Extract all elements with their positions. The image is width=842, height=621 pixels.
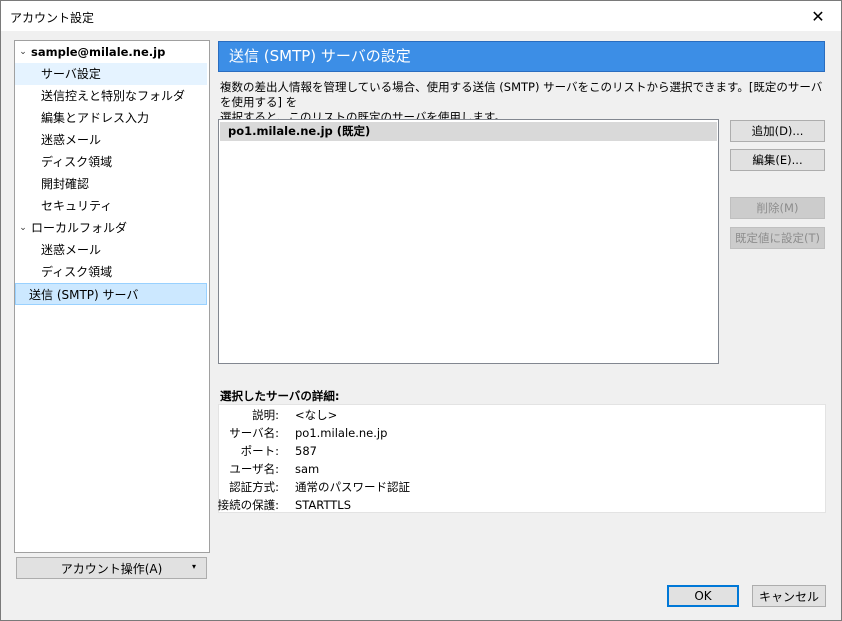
- detail-row: ポート: 587: [219, 442, 819, 460]
- set-default-button[interactable]: 既定値に設定(T): [730, 227, 825, 249]
- detail-value: sam: [295, 462, 320, 476]
- tree-item-label: 送信控えと特別なフォルダ: [41, 89, 186, 103]
- tree-item-security[interactable]: セキュリティ: [15, 195, 207, 217]
- tree-item-label: 迷惑メール: [41, 243, 102, 257]
- chevron-down-icon[interactable]: ⌄: [17, 217, 29, 239]
- dropdown-arrow-icon: ▾: [191, 562, 196, 571]
- tree-item-local-disk-space[interactable]: ディスク領域: [15, 261, 207, 283]
- smtp-server-list[interactable]: po1.milale.ne.jp (既定): [218, 119, 719, 364]
- detail-value: po1.milale.ne.jp: [295, 426, 388, 440]
- tree-item-junk[interactable]: 迷惑メール: [15, 129, 207, 151]
- detail-value: STARTTLS: [295, 498, 352, 512]
- description-line: 複数の差出人情報を管理している場合、使用する送信 (SMTP) サーバをこのリス…: [220, 80, 823, 109]
- account-actions-button[interactable]: アカウント操作(A) ▾: [16, 557, 207, 579]
- detail-row: 接続の保護: STARTTLS: [217, 496, 819, 514]
- details-title: 選択したサーバの詳細:: [220, 389, 340, 403]
- account-actions-label: アカウント操作(A): [60, 561, 163, 576]
- detail-key: サーバ名:: [229, 426, 279, 440]
- tree-item-label: 迷惑メール: [41, 133, 102, 147]
- tree-item-label: ローカルフォルダ: [31, 221, 128, 235]
- page-title: 送信 (SMTP) サーバの設定: [218, 41, 825, 72]
- tree-item-label: ディスク領域: [41, 155, 113, 169]
- detail-key: ユーザ名:: [229, 462, 279, 476]
- detail-row: 認証方式: 通常のパスワード認証: [219, 478, 819, 496]
- tree-item-account[interactable]: ⌄ sample@milale.ne.jp: [15, 41, 207, 63]
- chevron-down-icon[interactable]: ⌄: [17, 41, 29, 63]
- list-item[interactable]: po1.milale.ne.jp (既定): [220, 122, 717, 141]
- close-icon[interactable]: ✕: [795, 1, 841, 31]
- add-button[interactable]: 追加(D)...: [730, 120, 825, 142]
- tree-item-return-receipts[interactable]: 開封確認: [15, 173, 207, 195]
- tree-item-local-folders[interactable]: ⌄ ローカルフォルダ: [15, 217, 207, 239]
- window-title: アカウント設定: [10, 11, 95, 25]
- server-details: 説明: <なし> サーバ名: po1.milale.ne.jp ポート: 587…: [218, 404, 826, 513]
- tree-item-label: セキュリティ: [41, 199, 113, 213]
- detail-key: 認証方式:: [229, 480, 279, 494]
- detail-key: 接続の保護:: [217, 498, 279, 512]
- cancel-button[interactable]: キャンセル: [752, 585, 826, 607]
- detail-value: 通常のパスワード認証: [295, 480, 410, 494]
- detail-key: ポート:: [240, 444, 279, 458]
- account-settings-window: アカウント設定 ✕ ⌄ sample@milale.ne.jp サーバ設定 送信…: [0, 0, 842, 621]
- tree-item-label: サーバ設定: [41, 67, 101, 81]
- tree-item-copies-folders[interactable]: 送信控えと特別なフォルダ: [15, 85, 207, 107]
- detail-row: 説明: <なし>: [219, 406, 819, 424]
- tree-item-smtp-server[interactable]: 送信 (SMTP) サーバ: [15, 283, 207, 305]
- tree-item-label: sample@milale.ne.jp: [31, 45, 166, 59]
- account-tree[interactable]: ⌄ sample@milale.ne.jp サーバ設定 送信控えと特別なフォルダ…: [14, 40, 210, 553]
- tree-item-label: ディスク領域: [41, 265, 113, 279]
- tree-item-label: 送信 (SMTP) サーバ: [29, 288, 139, 302]
- remove-button[interactable]: 削除(M): [730, 197, 825, 219]
- title-bar: アカウント設定 ✕: [1, 1, 841, 31]
- tree-item-disk-space[interactable]: ディスク領域: [15, 151, 207, 173]
- tree-item-local-junk[interactable]: 迷惑メール: [15, 239, 207, 261]
- detail-row: サーバ名: po1.milale.ne.jp: [219, 424, 819, 442]
- edit-button[interactable]: 編集(E)...: [730, 149, 825, 171]
- detail-row: ユーザ名: sam: [219, 460, 819, 478]
- tree-item-composition[interactable]: 編集とアドレス入力: [15, 107, 207, 129]
- detail-value: 587: [295, 444, 317, 458]
- ok-button[interactable]: OK: [667, 585, 739, 607]
- detail-value: <なし>: [295, 408, 338, 422]
- detail-key: 説明:: [252, 408, 279, 422]
- tree-item-label: 編集とアドレス入力: [41, 111, 150, 125]
- tree-item-server-settings[interactable]: サーバ設定: [15, 63, 207, 85]
- tree-item-label: 開封確認: [41, 177, 90, 191]
